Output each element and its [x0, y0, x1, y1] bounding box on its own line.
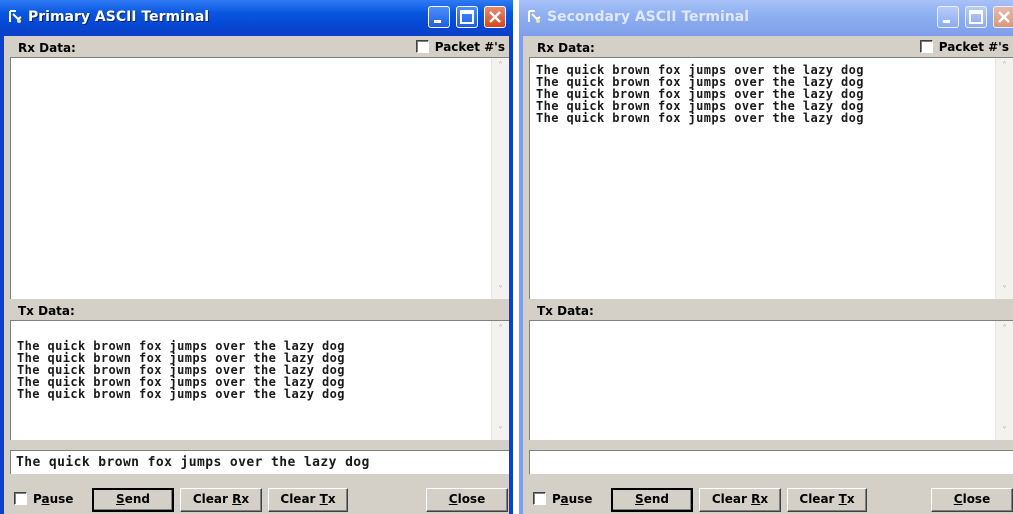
window-title: Secondary ASCII Terminal [547, 9, 750, 25]
clear-rx-button[interactable]: Clear Rx [699, 488, 781, 512]
minimize-icon [434, 20, 441, 23]
terminal-app-icon [528, 10, 541, 23]
terminal-app-icon [9, 10, 22, 23]
maximize-icon [460, 10, 474, 24]
packet-numbers-label: Packet #'s [434, 40, 505, 54]
tx-data-textarea[interactable]: The quick brown fox jumps over the lazy … [10, 320, 509, 440]
pause-checkbox[interactable] [533, 492, 546, 505]
tx-scrollbar[interactable]: ˄ ˅ [995, 321, 1013, 440]
close-window-button[interactable] [484, 6, 506, 28]
tx-data-label: Tx Data: [537, 304, 594, 318]
rx-header: Rx Data: Packet #'s [529, 39, 1013, 57]
pause-toggle[interactable]: Pause [533, 492, 592, 506]
packet-numbers-toggle[interactable]: Packet #'s [415, 40, 505, 54]
close-button-label: Close [448, 492, 486, 506]
rx-data-label: Rx Data: [18, 41, 76, 55]
clear-tx-label: Clear Tx [280, 492, 336, 506]
title-bar[interactable]: Secondary ASCII Terminal [519, 0, 1013, 36]
send-input[interactable]: The quick brown fox jumps over the lazy … [10, 450, 509, 474]
send-input-text: The quick brown fox jumps over the lazy … [16, 455, 370, 470]
send-input[interactable] [529, 450, 1013, 474]
packet-numbers-checkbox[interactable] [415, 40, 429, 53]
tx-data-label: Tx Data: [18, 304, 75, 318]
minimize-button[interactable] [937, 6, 959, 28]
packet-numbers-checkbox[interactable] [919, 40, 933, 53]
button-row: Pause Send Clear Rx Clear Tx Close [10, 486, 509, 512]
terminal-client-area: Rx Data: Packet #'s The quick brown fox … [523, 36, 1013, 514]
minimize-button[interactable] [428, 6, 450, 28]
scroll-up-icon[interactable]: ˄ [493, 59, 508, 74]
close-icon [998, 11, 1010, 23]
text-line: The quick brown fox jumps over the lazy … [536, 111, 864, 125]
clear-rx-label: Clear Rx [711, 492, 769, 506]
secondary-terminal-window: Secondary ASCII Terminal Rx Data: Packet… [519, 0, 1013, 514]
clear-tx-label: Clear Tx [799, 492, 855, 506]
scroll-down-icon[interactable]: ˅ [997, 283, 1012, 298]
minimize-icon [943, 20, 950, 23]
send-button[interactable]: Send [92, 488, 174, 512]
title-bar[interactable]: Primary ASCII Terminal [0, 0, 513, 36]
rx-data-text: The quick brown fox jumps over the lazy … [536, 64, 864, 124]
send-button-label: Send [635, 492, 669, 506]
clear-rx-button[interactable]: Clear Rx [180, 488, 262, 512]
text-line: The quick brown fox jumps over the lazy … [17, 387, 345, 401]
packet-numbers-toggle[interactable]: Packet #'s [919, 40, 1009, 54]
clear-rx-label: Clear Rx [192, 492, 250, 506]
scroll-up-icon[interactable]: ˄ [997, 59, 1012, 74]
rx-header: Rx Data: Packet #'s [10, 39, 509, 57]
pause-label: Pause [33, 492, 74, 506]
send-button[interactable]: Send [611, 488, 693, 512]
rx-scrollbar[interactable]: ˄ ˅ [995, 58, 1013, 299]
primary-terminal-window: Primary ASCII Terminal Rx Data: Packet #… [0, 0, 513, 514]
close-window-button[interactable] [993, 6, 1013, 28]
scroll-down-icon[interactable]: ˅ [493, 283, 508, 298]
close-icon [489, 11, 501, 23]
scroll-up-icon[interactable]: ˄ [997, 322, 1012, 337]
close-button[interactable]: Close [931, 488, 1013, 512]
rx-data-textarea[interactable]: The quick brown fox jumps over the lazy … [529, 57, 1013, 299]
close-button[interactable]: Close [426, 488, 508, 512]
pause-toggle[interactable]: Pause [14, 492, 73, 506]
tx-header: Tx Data: [10, 302, 509, 320]
scroll-down-icon[interactable]: ˅ [997, 424, 1012, 439]
pause-checkbox[interactable] [14, 492, 27, 505]
pause-label: Pause [552, 492, 593, 506]
tx-scrollbar[interactable]: ˄ ˅ [491, 321, 509, 440]
send-button-label: Send [116, 492, 150, 506]
rx-scrollbar[interactable]: ˄ ˅ [491, 58, 509, 299]
clear-tx-button[interactable]: Clear Tx [268, 488, 348, 512]
maximize-button[interactable] [965, 6, 987, 28]
maximize-button[interactable] [456, 6, 478, 28]
rx-data-label: Rx Data: [537, 41, 595, 55]
scroll-up-icon[interactable]: ˄ [493, 322, 508, 337]
maximize-icon [969, 10, 983, 24]
tx-data-textarea[interactable]: ˄ ˅ [529, 320, 1013, 440]
button-row: Pause Send Clear Rx Clear Tx Close [529, 486, 1013, 512]
terminal-client-area: Rx Data: Packet #'s ˄ ˅ Tx Data: The qui… [4, 36, 509, 514]
window-title: Primary ASCII Terminal [28, 9, 210, 25]
close-button-label: Close [953, 492, 991, 506]
rx-data-textarea[interactable]: ˄ ˅ [10, 57, 509, 299]
clear-tx-button[interactable]: Clear Tx [787, 488, 867, 512]
scroll-down-icon[interactable]: ˅ [493, 424, 508, 439]
packet-numbers-label: Packet #'s [938, 40, 1009, 54]
tx-header: Tx Data: [529, 302, 1013, 320]
tx-data-text: The quick brown fox jumps over the lazy … [17, 340, 345, 400]
